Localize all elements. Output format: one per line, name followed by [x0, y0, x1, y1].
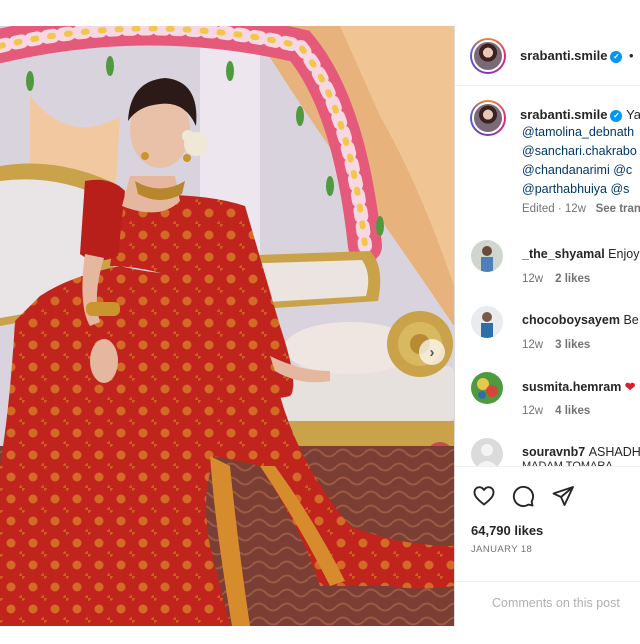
post-side-panel: srabanti.smile ✓ • srabanti.smile ✓ Ya @ta… — [454, 26, 640, 626]
comment-text: Enjoy — [608, 247, 640, 261]
post-header: srabanti.smile ✓ • — [455, 26, 640, 86]
caption-mention[interactable]: @parthabhuiya @s — [522, 182, 629, 196]
post-photo[interactable]: › — [0, 26, 454, 626]
comment-likes[interactable]: 4 likes — [555, 405, 590, 417]
top-margin — [0, 0, 640, 26]
more-options-icon[interactable]: • — [629, 48, 634, 63]
comment-item: chocoboysayem Be 12w 3 likes — [455, 306, 640, 372]
see-translation-link[interactable]: See tran — [596, 203, 640, 215]
caption-author-line: srabanti.smile ✓ Ya — [520, 107, 640, 122]
comment-avatar[interactable] — [471, 240, 503, 272]
caption-mention[interactable]: @tamolina_debnath — [522, 125, 634, 139]
comment-avatar[interactable] — [471, 306, 503, 338]
caption-age[interactable]: 12w — [565, 203, 586, 215]
edited-label: Edited — [522, 203, 555, 215]
add-comment-placeholder[interactable]: Comments on this post — [492, 596, 620, 610]
add-comment-bar[interactable]: Comments on this post — [455, 581, 640, 626]
likes-count[interactable]: 64,790 likes — [471, 523, 543, 538]
post-image — [0, 26, 454, 626]
verified-badge-icon: ✓ — [610, 51, 623, 63]
comment-line: susmita.hemram ❤ — [522, 379, 635, 394]
caption-author-avatar[interactable] — [470, 100, 506, 136]
caption-mention[interactable]: @chandanarimi @c — [522, 163, 632, 177]
meta-separator: · — [557, 203, 562, 215]
comment-meta: 12w 3 likes — [522, 339, 590, 351]
post-actions: 64,790 likes JANUARY 18 — [455, 466, 640, 586]
comment-text: ASHADH — [588, 445, 640, 459]
heart-icon[interactable] — [471, 483, 497, 509]
caption-meta: Edited · 12w See tran — [522, 203, 640, 215]
comment-age[interactable]: 12w — [522, 405, 543, 417]
chevron-right-icon: › — [429, 343, 435, 361]
comment-meta: 12w 2 likes — [522, 273, 590, 285]
comment-text: Be — [623, 313, 639, 327]
comment-username[interactable]: _the_shyamal — [522, 247, 605, 261]
verified-badge-icon: ✓ — [610, 110, 623, 122]
author-username[interactable]: srabanti.smile ✓ — [520, 48, 623, 63]
comment-avatar[interactable] — [471, 372, 503, 404]
caption-mention[interactable]: @sanchari.chakrabo — [522, 144, 637, 158]
comment-line: chocoboysayem Be — [522, 313, 639, 327]
bottom-margin — [0, 626, 640, 644]
post-date[interactable]: JANUARY 18 — [471, 544, 532, 555]
author-avatar[interactable] — [470, 38, 506, 74]
carousel-next-button[interactable]: › — [419, 339, 445, 365]
caption-author-username[interactable]: srabanti.smile — [520, 107, 607, 122]
comment-age[interactable]: 12w — [522, 273, 543, 285]
caption-text: Ya — [626, 107, 640, 122]
comment-username[interactable]: susmita.hemram — [522, 380, 621, 394]
comment-age[interactable]: 12w — [522, 339, 543, 351]
comment-meta: 12w 4 likes — [522, 405, 590, 417]
comment-item: susmita.hemram ❤ 12w 4 likes — [455, 372, 640, 438]
heart-emoji-icon: ❤ — [624, 380, 636, 394]
comment-likes[interactable]: 3 likes — [555, 339, 590, 351]
share-icon[interactable] — [550, 483, 576, 509]
author-username-link[interactable]: srabanti.smile — [520, 48, 607, 63]
comment-username[interactable]: souravnb7 — [522, 445, 585, 459]
comment-username[interactable]: chocoboysayem — [522, 313, 620, 327]
comment-line: souravnb7 ASHADH — [522, 445, 640, 459]
comment-likes[interactable]: 2 likes — [555, 273, 590, 285]
comment-icon[interactable] — [510, 483, 536, 509]
comment-item: _the_shyamal Enjoy 12w 2 likes — [455, 240, 640, 306]
comment-line: _the_shyamal Enjoy — [522, 247, 639, 261]
